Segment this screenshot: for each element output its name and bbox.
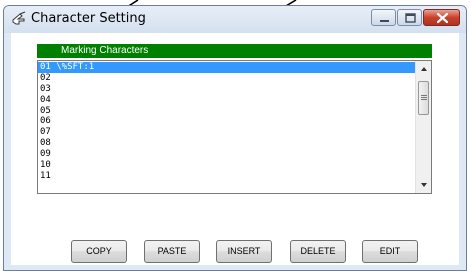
list-item[interactable]: 02	[38, 73, 415, 84]
scroll-down-button[interactable]	[416, 177, 431, 193]
pointer-hand-icon	[12, 11, 26, 25]
list-item[interactable]: 03	[38, 84, 415, 95]
title-bar[interactable]: Character Setting	[4, 6, 466, 33]
character-setting-window: Character Setting Marking Characters 01 …	[3, 5, 467, 271]
copy-button[interactable]: COPY	[71, 240, 127, 263]
list-item[interactable]: 07	[38, 127, 415, 138]
list-item[interactable]: 09	[38, 149, 415, 160]
list-item[interactable]: 08	[38, 138, 415, 149]
minimize-button[interactable]	[371, 9, 396, 26]
minimize-icon	[380, 20, 389, 22]
list-header: Marking Characters	[37, 44, 432, 58]
close-button[interactable]	[423, 9, 460, 26]
arrow-up-icon	[421, 67, 427, 71]
scroll-thumb[interactable]	[418, 81, 429, 115]
insert-button[interactable]: INSERT	[216, 240, 272, 263]
maximize-button[interactable]	[397, 9, 422, 26]
delete-button[interactable]: DELETE	[290, 240, 346, 263]
dialog-body: Marking Characters 01 \%SFT:1 02 03 04 05 06 0…	[11, 33, 459, 265]
window-title: Character Setting	[31, 11, 146, 26]
scroll-up-button[interactable]	[416, 61, 431, 77]
list-item[interactable]: 05	[38, 106, 415, 117]
edit-button[interactable]: EDIT	[362, 240, 418, 263]
list-item[interactable]: 04	[38, 95, 415, 106]
list-item[interactable]: 10	[38, 160, 415, 171]
arrow-down-icon	[421, 183, 427, 187]
list-item[interactable]: 01 \%SFT:1	[38, 62, 415, 73]
maximize-icon	[405, 13, 416, 23]
vertical-scrollbar[interactable]	[415, 61, 431, 193]
list-item[interactable]: 06	[38, 116, 415, 127]
list-item[interactable]: 11	[38, 171, 415, 182]
close-icon	[436, 12, 449, 24]
list-items[interactable]: 01 \%SFT:1 02 03 04 05 06 07 08 09 10 11	[38, 62, 415, 182]
grip-icon	[421, 95, 427, 100]
marking-characters-listbox[interactable]: 01 \%SFT:1 02 03 04 05 06 07 08 09 10 11	[37, 60, 432, 194]
paste-button[interactable]: PASTE	[144, 240, 200, 263]
